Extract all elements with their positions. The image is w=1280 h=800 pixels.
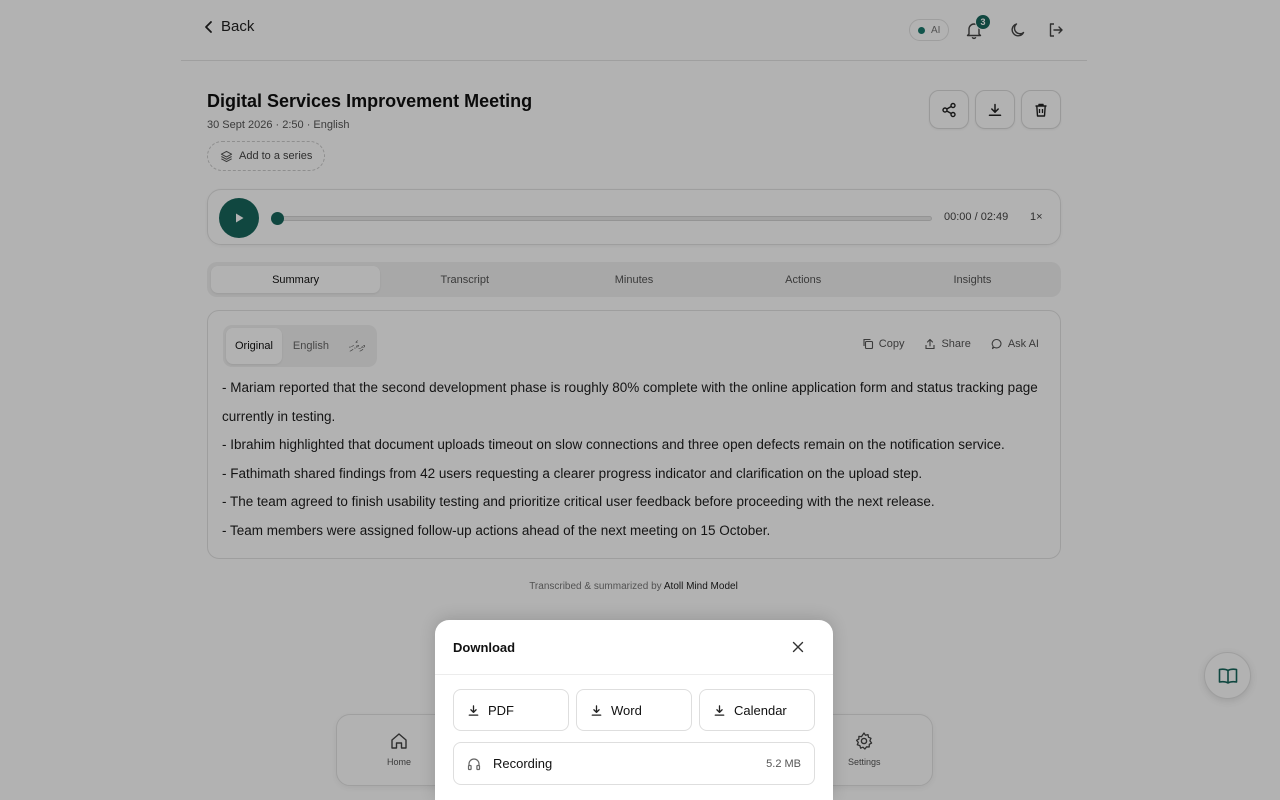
download-recording-button[interactable]: Recording 5.2 MB bbox=[453, 742, 815, 785]
download-icon bbox=[467, 704, 480, 717]
download-pdf-label: PDF bbox=[488, 702, 514, 718]
download-icon bbox=[590, 704, 603, 717]
download-recording-label: Recording bbox=[493, 756, 553, 771]
download-word-label: Word bbox=[611, 702, 642, 718]
download-icon bbox=[713, 704, 726, 717]
download-word-button[interactable]: Word bbox=[576, 689, 692, 731]
download-modal: Download PDF Word Calendar Recording 5.2… bbox=[435, 620, 833, 800]
close-icon[interactable] bbox=[791, 640, 805, 654]
download-calendar-button[interactable]: Calendar bbox=[699, 689, 815, 731]
download-calendar-label: Calendar bbox=[734, 702, 787, 718]
download-pdf-button[interactable]: PDF bbox=[453, 689, 569, 731]
download-modal-title: Download bbox=[453, 640, 516, 655]
meeting-detail-page: Back AI 3 Digital Services Improvement M… bbox=[0, 0, 1280, 800]
recording-file-size: 5.2 MB bbox=[766, 757, 801, 770]
headphones-icon bbox=[467, 757, 481, 771]
download-modal-header: Download bbox=[435, 620, 833, 675]
